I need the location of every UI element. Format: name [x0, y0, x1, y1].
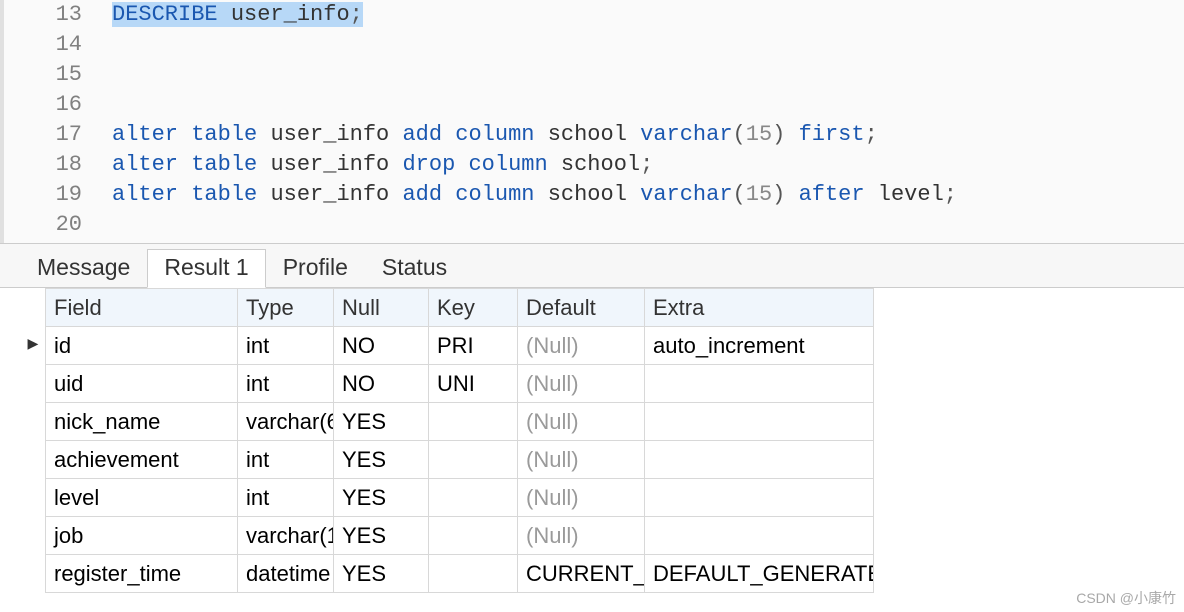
code-line[interactable]: 15: [4, 60, 1184, 90]
code-line[interactable]: 20: [4, 210, 1184, 240]
table-cell[interactable]: YES: [334, 517, 429, 555]
table-cell[interactable]: DEFAULT_GENERATE: [645, 555, 874, 593]
table-cell[interactable]: id: [46, 327, 238, 365]
table-cell[interactable]: int: [238, 441, 334, 479]
line-number: 20: [4, 210, 112, 240]
result-table[interactable]: FieldTypeNullKeyDefaultExtraidintNOPRI(N…: [45, 288, 874, 593]
table-cell[interactable]: [645, 441, 874, 479]
table-cell[interactable]: achievement: [46, 441, 238, 479]
table-cell[interactable]: [645, 479, 874, 517]
table-cell[interactable]: NO: [334, 327, 429, 365]
table-cell[interactable]: [429, 517, 518, 555]
result-pane: FieldTypeNullKeyDefaultExtraidintNOPRI(N…: [0, 288, 1184, 593]
table-cell[interactable]: NO: [334, 365, 429, 403]
line-number: 17: [4, 120, 112, 150]
code-line[interactable]: 16: [4, 90, 1184, 120]
current-row-indicator-icon: ▶: [28, 333, 39, 355]
sql-editor[interactable]: 13DESCRIBE user_info;14151617alter table…: [0, 0, 1184, 243]
code-line[interactable]: 18alter table user_info drop column scho…: [4, 150, 1184, 180]
table-cell[interactable]: YES: [334, 479, 429, 517]
table-cell[interactable]: [429, 403, 518, 441]
table-cell[interactable]: (Null): [518, 441, 645, 479]
table-row[interactable]: uidintNOUNI(Null): [46, 365, 874, 403]
code-line[interactable]: 19alter table user_info add column schoo…: [4, 180, 1184, 210]
table-row[interactable]: levelintYES (Null): [46, 479, 874, 517]
table-cell[interactable]: (Null): [518, 517, 645, 555]
table-cell[interactable]: PRI: [429, 327, 518, 365]
table-row[interactable]: register_timedatetimeYES CURRENT_DEFAULT_…: [46, 555, 874, 593]
table-cell[interactable]: int: [238, 479, 334, 517]
table-cell[interactable]: int: [238, 327, 334, 365]
line-number: 15: [4, 60, 112, 90]
line-number: 16: [4, 90, 112, 120]
table-row[interactable]: achievementintYES (Null): [46, 441, 874, 479]
column-header[interactable]: Field: [46, 289, 238, 327]
tab-status[interactable]: Status: [365, 249, 464, 287]
column-header[interactable]: Default: [518, 289, 645, 327]
table-row[interactable]: idintNOPRI(Null)auto_increment: [46, 327, 874, 365]
table-row[interactable]: jobvarchar(1YES (Null): [46, 517, 874, 555]
table-cell[interactable]: [429, 441, 518, 479]
table-cell[interactable]: (Null): [518, 327, 645, 365]
table-cell[interactable]: (Null): [518, 479, 645, 517]
table-cell[interactable]: [429, 479, 518, 517]
line-number: 19: [4, 180, 112, 210]
code-content[interactable]: alter table user_info add column school …: [112, 180, 957, 210]
table-cell[interactable]: job: [46, 517, 238, 555]
column-header[interactable]: Extra: [645, 289, 874, 327]
tab-result-1[interactable]: Result 1: [147, 249, 265, 288]
table-cell[interactable]: YES: [334, 441, 429, 479]
table-cell[interactable]: CURRENT_: [518, 555, 645, 593]
table-cell[interactable]: uid: [46, 365, 238, 403]
column-header[interactable]: Null: [334, 289, 429, 327]
table-cell[interactable]: int: [238, 365, 334, 403]
table-cell[interactable]: varchar(6: [238, 403, 334, 441]
table-cell[interactable]: UNI: [429, 365, 518, 403]
table-cell[interactable]: YES: [334, 555, 429, 593]
tab-message[interactable]: Message: [20, 249, 147, 287]
table-cell[interactable]: level: [46, 479, 238, 517]
code-line[interactable]: 14: [4, 30, 1184, 60]
table-cell[interactable]: YES: [334, 403, 429, 441]
code-line[interactable]: 17alter table user_info add column schoo…: [4, 120, 1184, 150]
table-cell[interactable]: varchar(1: [238, 517, 334, 555]
code-content[interactable]: alter table user_info add column school …: [112, 120, 878, 150]
line-number: 14: [4, 30, 112, 60]
line-number: 18: [4, 150, 112, 180]
table-cell[interactable]: [645, 517, 874, 555]
table-cell[interactable]: (Null): [518, 403, 645, 441]
table-cell[interactable]: [645, 403, 874, 441]
table-cell[interactable]: [645, 365, 874, 403]
table-cell[interactable]: (Null): [518, 365, 645, 403]
table-cell[interactable]: register_time: [46, 555, 238, 593]
column-header[interactable]: Key: [429, 289, 518, 327]
table-row[interactable]: nick_namevarchar(6YES (Null): [46, 403, 874, 441]
table-cell[interactable]: datetime: [238, 555, 334, 593]
tab-profile[interactable]: Profile: [266, 249, 365, 287]
code-content[interactable]: alter table user_info drop column school…: [112, 150, 653, 180]
code-content[interactable]: DESCRIBE user_info;: [112, 0, 363, 30]
column-header[interactable]: Type: [238, 289, 334, 327]
table-cell[interactable]: nick_name: [46, 403, 238, 441]
table-cell[interactable]: [429, 555, 518, 593]
line-number: 13: [4, 0, 112, 30]
table-header-row: FieldTypeNullKeyDefaultExtra: [46, 289, 874, 327]
watermark: CSDN @小康竹: [1076, 588, 1176, 608]
code-line[interactable]: 13DESCRIBE user_info;: [4, 0, 1184, 30]
table-cell[interactable]: auto_increment: [645, 327, 874, 365]
result-tabs: MessageResult 1ProfileStatus: [0, 243, 1184, 288]
